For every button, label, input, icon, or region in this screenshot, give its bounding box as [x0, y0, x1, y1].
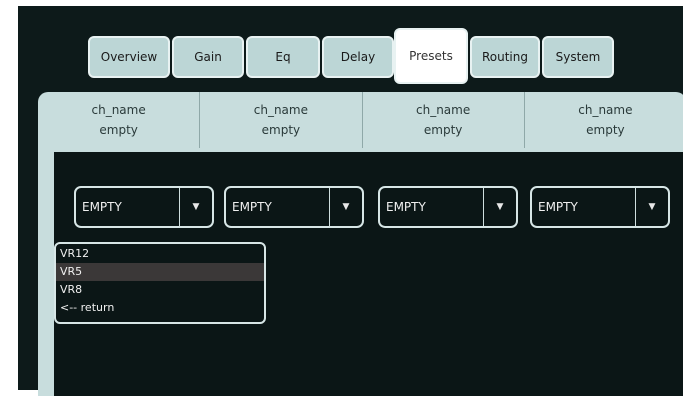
dropdown-option-return[interactable]: <-- return	[56, 299, 264, 317]
tab-gain[interactable]: Gain	[172, 36, 244, 78]
dropdown-option-vr12[interactable]: VR12	[56, 245, 264, 263]
channel-1: ch_name empty	[38, 92, 201, 148]
channel-2: ch_name empty	[200, 92, 363, 148]
chevron-down-icon[interactable]: ▼	[483, 188, 516, 226]
channel-name: ch_name	[578, 103, 633, 117]
select-value: EMPTY	[232, 200, 272, 214]
select-value: EMPTY	[82, 200, 122, 214]
channel-name: ch_name	[91, 103, 146, 117]
channel-4: ch_name empty	[525, 92, 683, 148]
device-screen: Overview Gain Eq Delay Presets Routing S…	[18, 6, 683, 396]
tab-system[interactable]: System	[542, 36, 614, 78]
tab-eq[interactable]: Eq	[246, 36, 320, 78]
preset-dropdown-list: VR12 VR5 VR8 <-- return	[54, 242, 266, 324]
chevron-down-icon[interactable]: ▼	[329, 188, 362, 226]
preset-select-ch2[interactable]: EMPTY ▼	[224, 186, 364, 228]
channel-header: ch_name empty ch_name empty ch_name empt…	[38, 92, 683, 148]
preset-select-ch1[interactable]: EMPTY ▼	[74, 186, 214, 228]
channel-status: empty	[99, 123, 138, 137]
tab-routing[interactable]: Routing	[470, 36, 540, 78]
chevron-down-icon[interactable]: ▼	[179, 188, 212, 226]
channel-status: empty	[423, 123, 463, 137]
dropdown-option-vr5[interactable]: VR5	[56, 263, 264, 281]
tab-bar: Overview Gain Eq Delay Presets Routing S…	[18, 6, 683, 92]
select-value: EMPTY	[386, 200, 426, 214]
channel-name: ch_name	[416, 103, 471, 117]
channel-status: empty	[586, 123, 625, 137]
tab-overview[interactable]: Overview	[88, 36, 170, 78]
dropdown-option-vr8[interactable]: VR8	[56, 281, 264, 299]
tab-presets[interactable]: Presets	[394, 28, 468, 84]
select-value: EMPTY	[538, 200, 578, 214]
channel-name: ch_name	[253, 103, 308, 117]
tab-delay[interactable]: Delay	[322, 36, 394, 78]
channel-status: empty	[261, 123, 301, 137]
channel-3: ch_name empty	[363, 92, 525, 148]
preset-select-ch3[interactable]: EMPTY ▼	[378, 186, 518, 228]
preset-select-ch4[interactable]: EMPTY ▼	[530, 186, 670, 228]
chevron-down-icon[interactable]: ▼	[635, 188, 668, 226]
